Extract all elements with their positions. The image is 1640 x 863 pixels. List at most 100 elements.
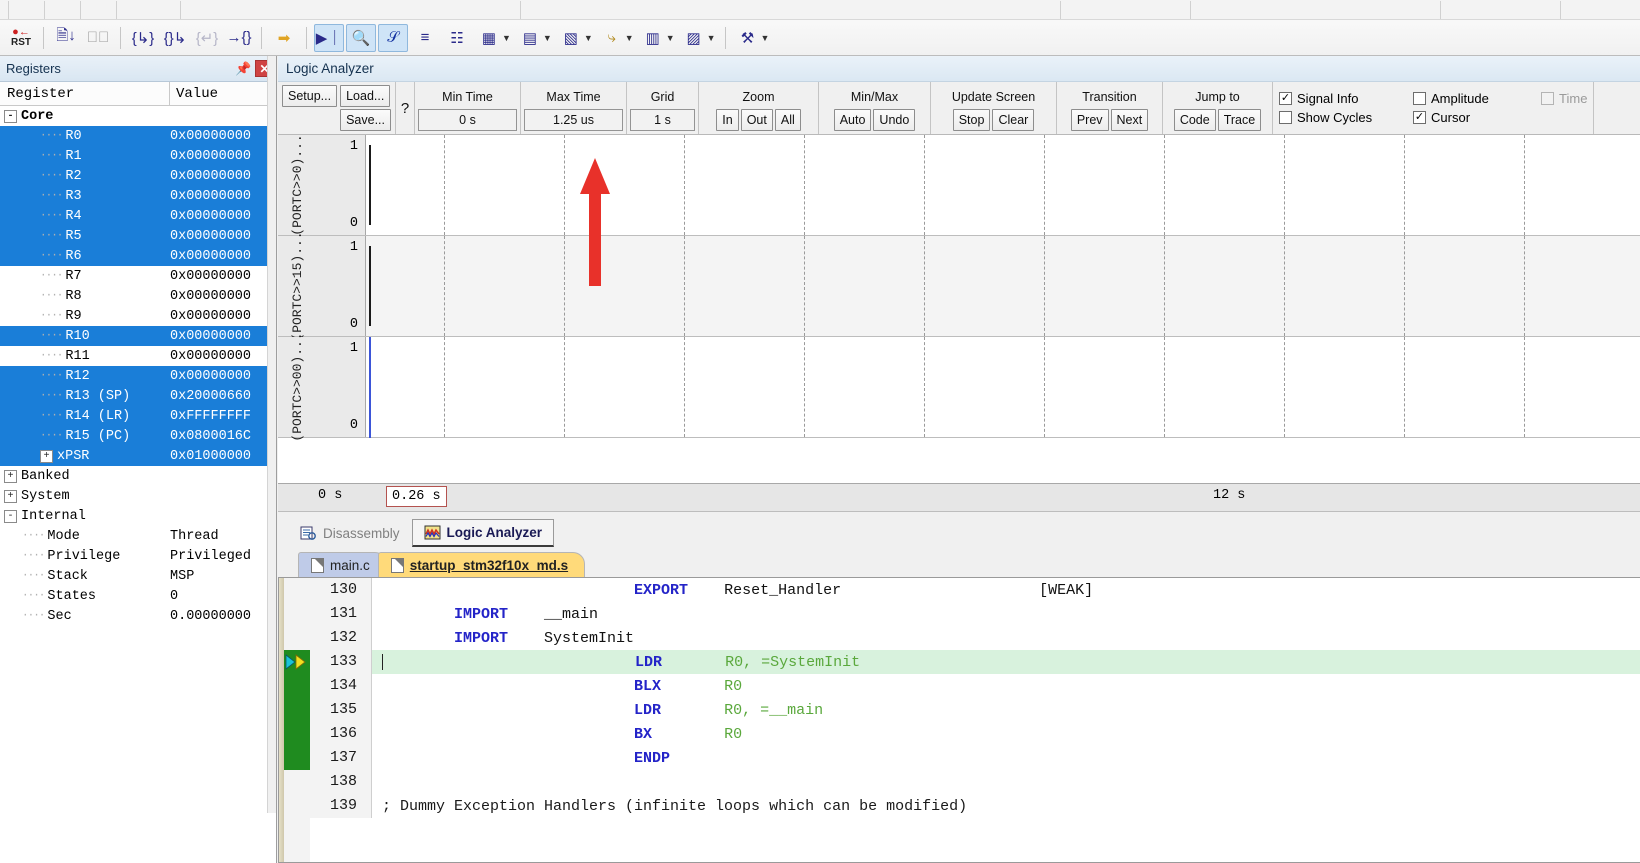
minmax-auto-button[interactable]: Auto — [833, 109, 872, 131]
chevron-down-icon[interactable]: ▼ — [502, 33, 511, 43]
setup-button[interactable]: Setup... — [282, 85, 338, 107]
register-row[interactable]: ···· R2 0x00000000 — [0, 166, 276, 186]
zoom-all-button[interactable]: All — [774, 109, 801, 131]
chevron-down-icon[interactable]: ▼ — [584, 33, 593, 43]
register-value[interactable]: 0 — [170, 589, 276, 604]
update-stop-button[interactable]: Stop — [952, 109, 991, 131]
code-line[interactable]: 131 IMPORT __main — [310, 602, 1640, 626]
register-row[interactable]: ···· Sec 0.00000000 — [0, 606, 276, 626]
trace-window-icon[interactable]: ▥ — [638, 24, 668, 52]
register-row[interactable]: + Banked — [0, 466, 276, 486]
amplitude-checkbox[interactable]: Amplitude — [1413, 91, 1525, 106]
run-icon[interactable]: 🗎↓ — [51, 24, 81, 52]
register-value[interactable]: 0x01000000 — [170, 449, 276, 464]
register-value[interactable]: 0x00000000 — [170, 149, 276, 164]
expand-toggle-icon[interactable]: + — [4, 469, 17, 483]
register-value[interactable]: Privileged — [170, 549, 276, 564]
reset-cpu-icon[interactable]: ●← RST — [6, 24, 36, 52]
tab-logic-analyzer[interactable]: Logic Analyzer — [411, 519, 555, 547]
register-row[interactable]: ···· R12 0x00000000 — [0, 366, 276, 386]
register-row[interactable]: ···· R6 0x00000000 — [0, 246, 276, 266]
register-row[interactable]: ···· Privilege Privileged — [0, 546, 276, 566]
register-row[interactable]: - Internal — [0, 506, 276, 526]
register-row[interactable]: ···· R11 0x00000000 — [0, 346, 276, 366]
load-button[interactable]: Load... — [340, 85, 391, 107]
register-value[interactable]: 0x00000000 — [170, 349, 276, 364]
max-time-field[interactable]: 1.25 us — [524, 109, 624, 131]
file-tab-main-c[interactable]: main.c — [298, 552, 387, 577]
registers-tree[interactable]: - Core ···· R0 0x00000000 ···· R1 0x00000000 ···… — [0, 106, 276, 863]
cursor-time-value[interactable]: 0.26 s — [386, 486, 447, 507]
signal-info-checkbox[interactable]: ✓ Signal Info — [1279, 91, 1397, 106]
registers-scrollbar[interactable] — [267, 56, 276, 813]
code-lines[interactable]: 130 EXPORT Reset_Handler [WEAK] 131 IMPOR… — [310, 578, 1640, 862]
register-value[interactable]: Thread — [170, 529, 276, 544]
register-value[interactable]: MSP — [170, 569, 276, 584]
code-line[interactable]: 134 BLX R0 — [310, 674, 1640, 698]
register-row[interactable]: ···· R13 (SP) 0x20000660 — [0, 386, 276, 406]
register-row[interactable]: ···· R5 0x00000000 — [0, 226, 276, 246]
step-out-icon[interactable]: {↵} — [192, 24, 222, 52]
file-tab-startup-s[interactable]: startup_stm32f10x_md.s — [377, 552, 586, 577]
analysis-window-icon[interactable]: ⤷ — [597, 24, 627, 52]
code-line[interactable]: 132 IMPORT SystemInit — [310, 626, 1640, 650]
register-value[interactable]: 0x00000000 — [170, 209, 276, 224]
code-line[interactable]: 136 BX R0 — [310, 722, 1640, 746]
code-line[interactable]: 133 LDR R0, =SystemInit — [310, 650, 1640, 674]
register-value[interactable]: 0x20000660 — [170, 389, 276, 404]
register-row[interactable]: ···· R1 0x00000000 — [0, 146, 276, 166]
register-row[interactable]: ···· R9 0x00000000 — [0, 306, 276, 326]
register-row[interactable]: + System — [0, 486, 276, 506]
system-viewer-icon[interactable]: ▨ — [679, 24, 709, 52]
zoom-in-button[interactable]: In — [716, 109, 739, 131]
transition-prev-button[interactable]: Prev — [1070, 109, 1109, 131]
show-next-statement-icon[interactable]: ➡ — [269, 24, 299, 52]
tab-disassembly[interactable]: Disassembly — [288, 519, 412, 547]
channel-plot[interactable] — [366, 135, 1640, 235]
register-value[interactable]: 0x00000000 — [170, 369, 276, 384]
pin-icon[interactable]: 📌 — [235, 61, 251, 77]
chevron-down-icon[interactable]: ▼ — [761, 33, 770, 43]
register-row[interactable]: ···· R15 (PC) 0x0800016C — [0, 426, 276, 446]
min-time-field[interactable]: 0 s — [418, 109, 518, 131]
chevron-down-icon[interactable]: ▼ — [543, 33, 552, 43]
chevron-down-icon[interactable]: ▼ — [707, 33, 716, 43]
channel-plot[interactable] — [366, 337, 1640, 437]
disassembly-window-icon[interactable]: 🔍 — [346, 23, 376, 52]
step-into-icon[interactable]: {↳} — [128, 24, 158, 52]
waveform-channel[interactable]: (PORTC>>0)... 1 0 — [278, 134, 1640, 236]
code-line[interactable]: 137 ENDP — [310, 746, 1640, 770]
register-value[interactable]: 0xFFFFFFFF — [170, 409, 276, 424]
code-line[interactable]: 138 — [310, 770, 1640, 794]
register-row[interactable]: ···· Mode Thread — [0, 526, 276, 546]
run-to-cursor-icon[interactable]: →{} — [224, 24, 254, 52]
collapse-toggle-icon[interactable]: - — [4, 109, 17, 123]
save-button[interactable]: Save... — [340, 109, 392, 131]
register-row[interactable]: ···· R4 0x00000000 — [0, 206, 276, 226]
show-cycles-checkbox[interactable]: Show Cycles — [1279, 110, 1397, 125]
waveform-channel[interactable]: (PORTC>>15)... 1 0 — [278, 231, 1640, 341]
symbols-window-icon[interactable]: 𝒮 — [378, 23, 408, 52]
memory-window-icon[interactable]: ▤ — [515, 24, 545, 52]
code-view[interactable]: 130 EXPORT Reset_Handler [WEAK] 131 IMPOR… — [278, 577, 1640, 863]
register-row[interactable]: - Core — [0, 106, 276, 126]
register-row[interactable]: ···· R0 0x00000000 — [0, 126, 276, 146]
register-value[interactable]: 0x00000000 — [170, 249, 276, 264]
register-value[interactable]: 0x00000000 — [170, 309, 276, 324]
grid-field[interactable]: 1 s — [630, 109, 696, 131]
register-row[interactable]: ···· R14 (LR) 0xFFFFFFFF — [0, 406, 276, 426]
register-row[interactable]: ···· R8 0x00000000 — [0, 286, 276, 306]
chevron-down-icon[interactable]: ▼ — [666, 33, 675, 43]
step-over-icon[interactable]: {}↳ — [160, 24, 190, 52]
register-row[interactable]: ···· States 0 — [0, 586, 276, 606]
cursor-line[interactable] — [369, 337, 371, 438]
call-stack-window-icon[interactable]: ☷ — [442, 24, 472, 52]
cursor-checkbox[interactable]: ✓ Cursor — [1413, 110, 1525, 125]
jump-code-button[interactable]: Code — [1173, 109, 1216, 131]
code-line[interactable]: 135 LDR R0, =__main — [310, 698, 1640, 722]
register-value[interactable]: 0x00000000 — [170, 329, 276, 344]
code-line[interactable]: 139 ; Dummy Exception Handlers (infinite … — [310, 794, 1640, 818]
transition-next-button[interactable]: Next — [1110, 109, 1149, 131]
chevron-down-icon[interactable]: ▼ — [625, 33, 634, 43]
minmax-undo-button[interactable]: Undo — [873, 109, 916, 131]
